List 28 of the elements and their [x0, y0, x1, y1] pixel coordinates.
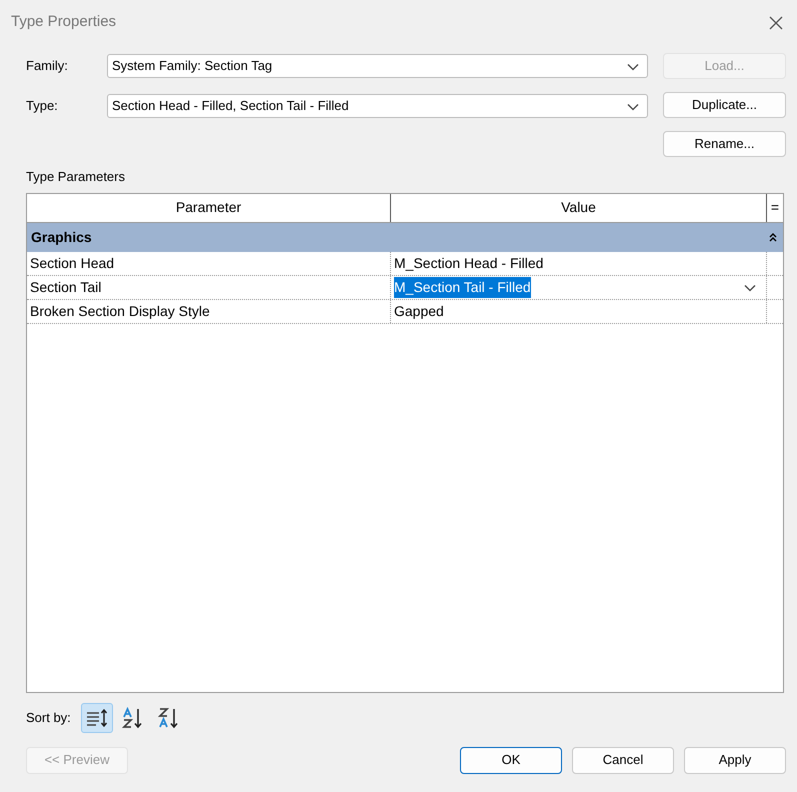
collapse-icon[interactable] — [769, 233, 777, 242]
column-header[interactable]: Parameter — [27, 194, 391, 222]
type-dropdown[interactable]: Section Head - Filled, Section Tail - Filled — [107, 94, 648, 118]
section-label: Type Parameters — [26, 168, 126, 186]
column-header[interactable]: Value — [391, 194, 767, 222]
sort-grouped-button[interactable] — [80, 702, 113, 732]
caret-icon — [627, 62, 639, 71]
window-title: Type Properties — [11, 12, 116, 32]
sort-label: Sort by: — [26, 708, 71, 727]
parameter-value[interactable]: Gapped — [394, 300, 444, 322]
parameter-name: Broken Section Display Style — [27, 300, 391, 322]
parameter-name: Section Tail — [27, 276, 391, 298]
parameter-value[interactable]: M_Section Head - Filled — [394, 252, 544, 274]
close-icon[interactable] — [769, 16, 783, 30]
parameter-name: Section Head — [27, 252, 391, 274]
caret-icon — [627, 102, 639, 111]
caret-icon[interactable] — [744, 284, 756, 292]
column-menu-glyph[interactable]: = — [767, 194, 783, 222]
side-button[interactable]: Rename... — [663, 131, 786, 157]
field-label: Type: — [26, 97, 59, 116]
dialog-button[interactable]: Cancel — [572, 746, 674, 774]
parameter-value[interactable]: M_Section Tail - Filled — [394, 276, 531, 298]
family-dropdown[interactable]: System Family: Section Tag — [107, 54, 648, 78]
field-label: Family: — [26, 57, 69, 76]
group-header[interactable]: Graphics — [27, 222, 783, 252]
dialog-button[interactable]: Apply — [684, 746, 786, 774]
dialog-button[interactable]: OK — [460, 746, 562, 774]
side-button[interactable]: Duplicate... — [663, 92, 786, 118]
